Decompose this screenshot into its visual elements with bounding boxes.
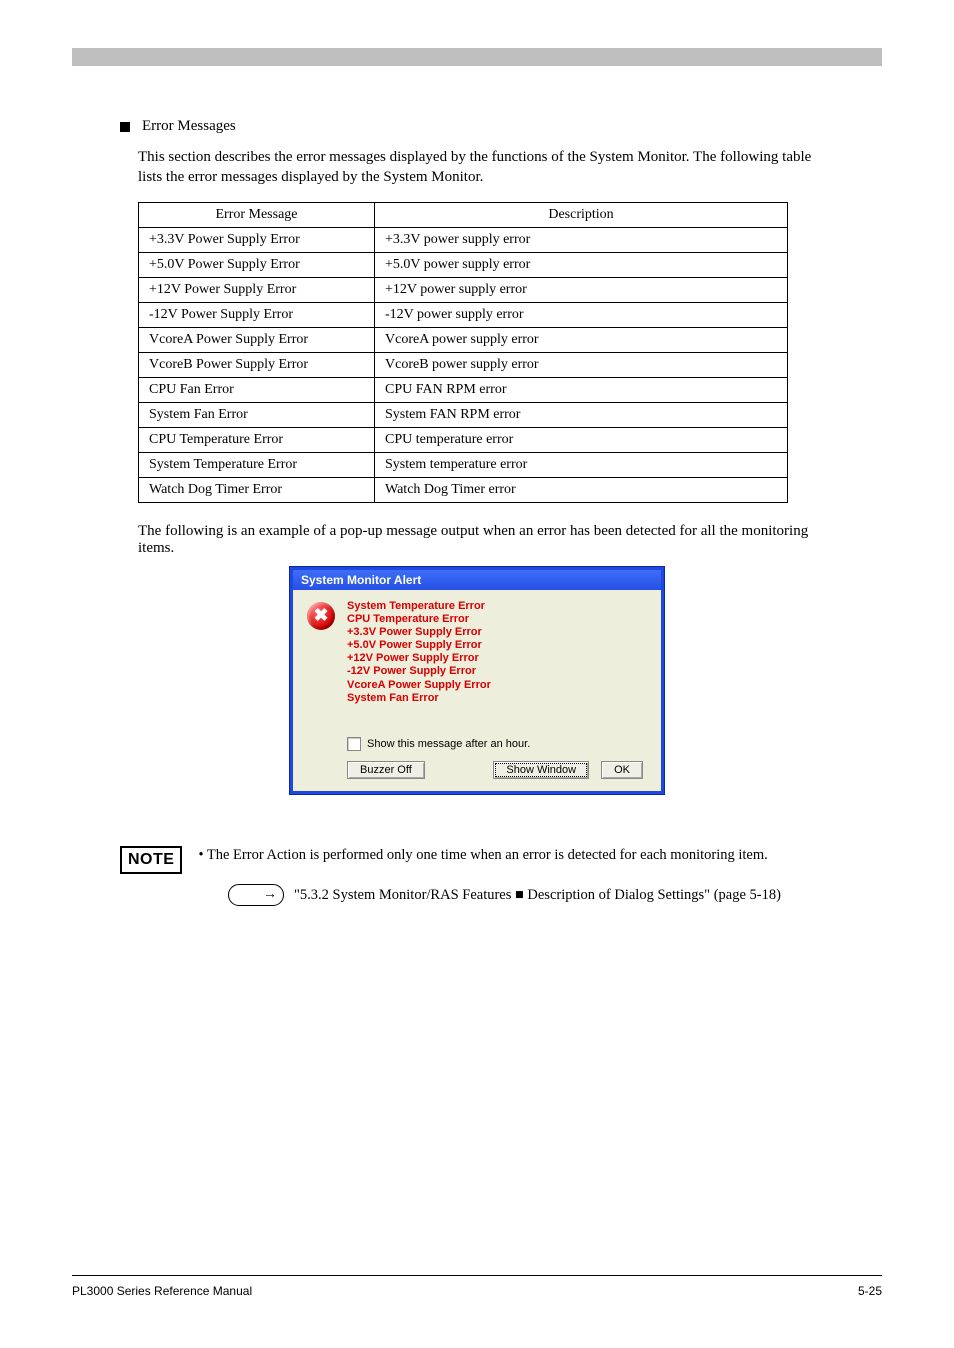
system-monitor-alert-dialog: System Monitor Alert ✖ System Temperatur… [290,567,664,795]
table-row: -12V Power Supply Error-12V power supply… [139,302,788,327]
dialog-error-line: +12V Power Supply Error [347,652,491,665]
table-header-row: Error Message Description [139,202,788,227]
table-row: System Fan ErrorSystem FAN RPM error [139,402,788,427]
section-intro: This section describes the error message… [138,147,838,188]
table-row: System Temperature ErrorSystem temperatu… [139,452,788,477]
dialog-error-line: System Fan Error [347,692,491,705]
header-band [72,48,882,66]
section-heading: Error Messages [142,118,236,135]
footer-divider [72,1275,882,1276]
dialog-error-line: -12V Power Supply Error [347,665,491,678]
table-row: +5.0V Power Supply Error+5.0V power supp… [139,252,788,277]
table-row: CPU Fan ErrorCPU FAN RPM error [139,377,788,402]
table-header-error: Error Message [139,202,375,227]
error-table: Error Message Description +3.3V Power Su… [138,202,788,503]
reference-arrow-icon: → [228,884,284,906]
dialog-error-line: +3.3V Power Supply Error [347,626,491,639]
table-row: +3.3V Power Supply Error+3.3V power supp… [139,227,788,252]
ok-button[interactable]: OK [601,761,643,779]
footer-right: 5-25 [858,1284,882,1298]
table-row: VcoreA Power Supply ErrorVcoreA power su… [139,327,788,352]
show-later-checkbox[interactable] [347,737,361,751]
show-later-label: Show this message after an hour. [367,738,530,750]
note-badge: NOTE [120,846,182,874]
dialog-error-line: VcoreA Power Supply Error [347,679,491,692]
dialog-caption: The following is an example of a pop-up … [138,523,838,557]
dialog-error-line: +5.0V Power Supply Error [347,639,491,652]
table-row: Watch Dog Timer ErrorWatch Dog Timer err… [139,477,788,502]
error-icon: ✖ [307,602,335,630]
table-row: CPU Temperature ErrorCPU temperature err… [139,427,788,452]
table-row: VcoreB Power Supply ErrorVcoreB power su… [139,352,788,377]
dialog-title: System Monitor Alert [293,570,661,590]
note-text: • The Error Action is performed only one… [198,846,767,866]
show-window-button[interactable]: Show Window [493,761,589,779]
table-row: +12V Power Supply Error+12V power supply… [139,277,788,302]
dialog-error-line: System Temperature Error [347,600,491,613]
dialog-error-lines: System Temperature Error CPU Temperature… [347,600,491,706]
footer-left: PL3000 Series Reference Manual [72,1284,252,1298]
reference-text: "5.3.2 System Monitor/RAS Features ■ Des… [294,887,781,904]
section-bullet [120,122,130,132]
dialog-error-line: CPU Temperature Error [347,613,491,626]
table-header-description: Description [375,202,788,227]
buzzer-off-button[interactable]: Buzzer Off [347,761,425,779]
